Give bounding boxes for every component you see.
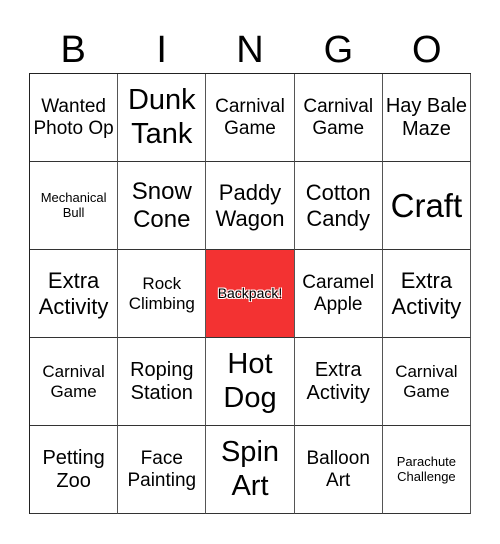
bingo-cell-label: Backpack! <box>217 285 283 302</box>
header-letter-b: B <box>60 29 86 71</box>
bingo-cell[interactable]: Petting Zoo <box>30 426 119 514</box>
bingo-cell[interactable]: Roping Station <box>118 338 207 426</box>
bingo-cell-label: Snow Cone <box>131 177 192 233</box>
bingo-cell-label: Extra Activity <box>38 268 109 319</box>
bingo-cell-label: Extra Activity <box>391 268 462 319</box>
bingo-cell[interactable]: Snow Cone <box>118 162 207 250</box>
bingo-cell-label: Craft <box>390 186 463 224</box>
bingo-cell-label: Wanted Photo Op <box>33 95 114 139</box>
bingo-cell[interactable]: Hot Dog <box>206 338 295 426</box>
bingo-cell[interactable]: Extra Activity <box>382 250 471 338</box>
bingo-cell[interactable]: Paddy Wagon <box>206 162 295 250</box>
bingo-cell-label: Rock Climbing <box>128 273 195 313</box>
bingo-cell[interactable]: Mechanical Bull <box>30 162 119 250</box>
header-letter-g: G <box>323 29 354 71</box>
bingo-cell-label: Hay Bale Maze <box>385 94 467 140</box>
bingo-cell[interactable]: Spin Art <box>206 426 295 514</box>
bingo-cell[interactable]: Extra Activity <box>30 250 119 338</box>
bingo-cell[interactable]: Hay Bale Maze <box>382 74 471 162</box>
bingo-cell[interactable]: Craft <box>382 162 471 250</box>
bingo-cell-label: Mechanical Bull <box>40 189 107 220</box>
bingo-cell-label: Face Painting <box>127 447 197 491</box>
bingo-cell[interactable]: Parachute Challenge <box>382 426 471 514</box>
bingo-cell[interactable]: Caramel Apple <box>294 250 383 338</box>
bingo-cell-label: Cotton Candy <box>305 180 371 231</box>
bingo-cell[interactable]: Wanted Photo Op <box>30 74 119 162</box>
bingo-cell[interactable]: Carnival Game <box>382 338 471 426</box>
bingo-header: B I N G O <box>29 28 471 72</box>
bingo-cell[interactable]: Extra Activity <box>294 338 383 426</box>
bingo-cell-label: Spin Art <box>220 436 280 502</box>
bingo-cell-label: Dunk Tank <box>127 84 196 150</box>
bingo-cell-label: Parachute Challenge <box>396 453 457 484</box>
bingo-cell[interactable]: Carnival Game <box>294 74 383 162</box>
bingo-cell-label: Balloon Art <box>306 447 370 491</box>
bingo-cell-label: Paddy Wagon <box>215 180 285 231</box>
bingo-cell-label: Petting Zoo <box>42 446 105 492</box>
header-letter-n: N <box>236 29 264 71</box>
free-space-cell[interactable]: Backpack! <box>206 250 295 338</box>
bingo-cell-label: Caramel Apple <box>302 271 375 315</box>
bingo-card-grid: Wanted Photo Op Dunk Tank Carnival Game Car… <box>29 73 471 514</box>
bingo-cell-label: Hot Dog <box>223 348 277 414</box>
bingo-cell-label: Carnival Game <box>42 361 105 401</box>
bingo-cell[interactable]: Carnival Game <box>30 338 119 426</box>
header-letter-o: O <box>412 29 442 71</box>
bingo-cell-label: Carnival Game <box>215 95 285 139</box>
bingo-cell[interactable]: Balloon Art <box>294 426 383 514</box>
bingo-cell[interactable]: Rock Climbing <box>118 250 207 338</box>
bingo-cell[interactable]: Face Painting <box>118 426 207 514</box>
bingo-cell[interactable]: Cotton Candy <box>294 162 383 250</box>
bingo-cell-label: Roping Station <box>130 358 194 404</box>
bingo-cell-label: Carnival Game <box>303 95 374 139</box>
bingo-cell-label: Extra Activity <box>306 358 370 404</box>
bingo-cell[interactable]: Dunk Tank <box>118 74 207 162</box>
header-letter-i: I <box>156 29 167 71</box>
bingo-cell-label: Carnival Game <box>395 361 458 401</box>
bingo-cell[interactable]: Carnival Game <box>206 74 295 162</box>
